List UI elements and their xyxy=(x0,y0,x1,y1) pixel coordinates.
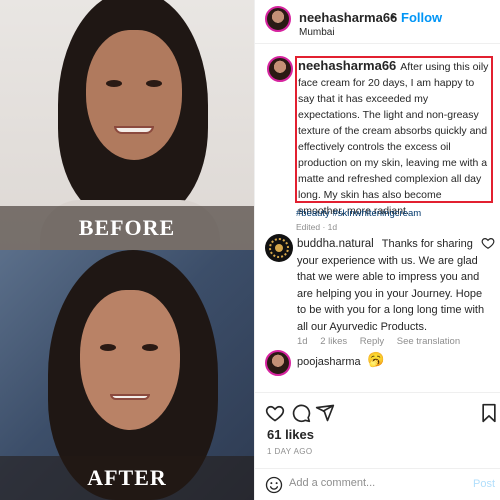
caption-hashtags[interactable]: #beauty #skinwhiteningcream xyxy=(296,208,421,219)
comment-meta: 1d 2 likes Reply See translation xyxy=(297,336,470,347)
smiley-icon[interactable] xyxy=(265,476,283,494)
reply-avatar[interactable] xyxy=(265,350,291,376)
before-label-band: BEFORE xyxy=(0,206,254,250)
after-label: AFTER xyxy=(87,465,167,490)
author-username[interactable]: neehasharma66 xyxy=(299,10,397,25)
post-panel: neehasharma66 • Follow Mumbai neehasharm… xyxy=(254,0,500,500)
caption-avatar[interactable] xyxy=(267,56,293,82)
comment-likes[interactable]: 2 likes xyxy=(320,336,347,347)
face xyxy=(86,30,182,160)
caption-text: After using this oily face cream for 20 … xyxy=(298,61,489,217)
caption-edited-time: Edited · 1d xyxy=(296,222,338,232)
comment-icon[interactable] xyxy=(291,403,311,423)
comment-username[interactable]: buddha.natural xyxy=(297,238,374,250)
caption: neehasharma66 After using this oily face … xyxy=(298,58,490,219)
comment: buddha.natural Thanks for sharing your ex… xyxy=(297,236,485,335)
after-photo: AFTER xyxy=(0,250,254,500)
reply-button[interactable]: Reply xyxy=(360,336,384,347)
caption-username[interactable]: neehasharma66 xyxy=(298,58,396,73)
follow-button[interactable]: Follow xyxy=(401,10,442,25)
separator-dot: • xyxy=(391,10,396,24)
author-avatar[interactable] xyxy=(265,6,291,32)
comment-avatar[interactable] xyxy=(265,234,293,262)
add-comment-input[interactable] xyxy=(289,477,449,489)
post-header: neehasharma66 • Follow Mumbai xyxy=(255,0,500,44)
after-label-band: AFTER xyxy=(0,456,254,500)
post-image[interactable]: BEFORE AFTER xyxy=(0,0,254,500)
reply-emoji: 🥱 xyxy=(367,351,385,367)
face xyxy=(80,290,180,430)
comment-like-heart-icon[interactable] xyxy=(481,236,495,250)
comment-text: Thanks for sharing your experience with … xyxy=(297,238,485,333)
see-translation-button[interactable]: See translation xyxy=(397,336,460,347)
before-photo: BEFORE xyxy=(0,0,254,250)
likes-count[interactable]: 61 likes xyxy=(267,427,314,442)
location-link[interactable]: Mumbai xyxy=(299,27,335,38)
heart-icon[interactable] xyxy=(265,403,285,423)
post-date: 1 DAY AGO xyxy=(267,447,313,456)
comment-time: 1d xyxy=(297,336,308,347)
bookmark-icon[interactable] xyxy=(479,403,499,423)
reply-username[interactable]: poojasharma xyxy=(297,356,361,368)
post-button[interactable]: Post xyxy=(473,478,495,490)
action-bar xyxy=(255,392,500,428)
before-label: BEFORE xyxy=(78,215,176,240)
comment-bar: Post xyxy=(255,468,500,500)
share-icon[interactable] xyxy=(315,403,335,423)
